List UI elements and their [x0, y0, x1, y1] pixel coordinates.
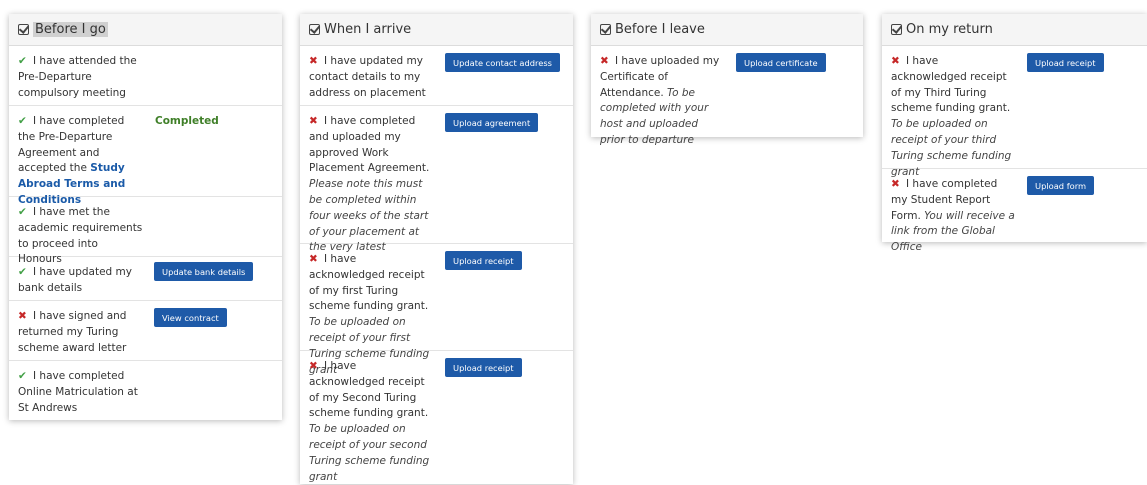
completed-status: Completed: [155, 115, 219, 127]
checklist-item: ✔ I have completed Online Matriculation a…: [18, 370, 138, 414]
upload-certificate-button[interactable]: Upload certificate: [736, 53, 826, 72]
tick-icon: ✔: [18, 370, 27, 382]
upload-form-button[interactable]: Upload form: [1027, 176, 1095, 195]
panel-header: When I arrive: [300, 14, 573, 46]
checklist-item: ✖ I have completed and uploaded my approv…: [300, 106, 573, 253]
checklist-item: ✔ I have updated my bank details Update b…: [9, 257, 282, 301]
checklist-item: ✖ I have completed my Student Report Form…: [882, 169, 1147, 253]
checklist-item: ✖ I have acknowledged receipt of my Secon…: [300, 351, 573, 483]
tick-icon: ✔: [18, 266, 27, 278]
checklist-item: ✖ I have signed and returned my Turing sc…: [9, 301, 282, 361]
update-contact-address-button[interactable]: Update contact address: [445, 53, 560, 72]
cross-icon: ✖: [309, 115, 318, 127]
panel-title: Before I leave: [615, 22, 705, 37]
update-bank-details-button[interactable]: Update bank details: [154, 262, 254, 281]
upload-receipt-button[interactable]: Upload receipt: [1027, 53, 1104, 72]
panel-before-i-go: Before I go ✔ I have attended the Pre-Dep…: [9, 14, 282, 420]
upload-receipt-button[interactable]: Upload receipt: [445, 251, 522, 270]
checkbox-icon: [600, 24, 611, 35]
checklist-item: ✖ I have acknowledged receipt of my Third…: [882, 46, 1147, 178]
checkbox-icon: [18, 24, 29, 35]
panel-title: Before I go: [33, 22, 108, 37]
upload-agreement-button[interactable]: Upload agreement: [445, 113, 539, 132]
panel-header: Before I leave: [591, 14, 863, 46]
panel-header: On my return: [882, 14, 1147, 46]
cross-icon: ✖: [891, 55, 900, 67]
checkbox-icon: [891, 24, 902, 35]
cross-icon: ✖: [891, 178, 900, 190]
checklist-item: ✖ I have updated my contact details to my…: [300, 46, 573, 106]
cross-icon: ✖: [309, 253, 318, 265]
panel-title: On my return: [906, 22, 993, 37]
checklist-item: ✖ I have uploaded my Certificate of Atten…: [591, 46, 863, 146]
checklist-item: ✖ I have acknowledged receipt of my first…: [300, 244, 573, 376]
tick-icon: ✔: [18, 55, 27, 67]
cross-icon: ✖: [600, 55, 609, 67]
cross-icon: ✖: [309, 55, 318, 67]
checklist-item: ✔ I have completed the Pre-Departure Agre…: [9, 106, 282, 206]
checkbox-icon: [309, 24, 320, 35]
panel-title: When I arrive: [324, 22, 412, 37]
cross-icon: ✖: [309, 360, 318, 372]
cross-icon: ✖: [18, 310, 27, 322]
panel-header: Before I go: [9, 14, 282, 46]
checklist-item: ✔ I have attended the Pre-Departure compu…: [9, 46, 282, 106]
panel-when-i-arrive: When I arrive ✖ I have updated my contact…: [300, 14, 573, 484]
panel-on-my-return: On my return ✖ I have acknowledged receip…: [882, 14, 1147, 253]
tick-icon: ✔: [18, 206, 27, 218]
tick-icon: ✔: [18, 115, 27, 127]
upload-receipt-button[interactable]: Upload receipt: [445, 358, 522, 377]
checklist-item: ✔ I have met the academic requirements to…: [9, 197, 282, 265]
view-contract-button[interactable]: View contract: [154, 308, 227, 327]
panel-before-i-leave: Before I leave ✖ I have uploaded my Certi…: [591, 14, 863, 146]
